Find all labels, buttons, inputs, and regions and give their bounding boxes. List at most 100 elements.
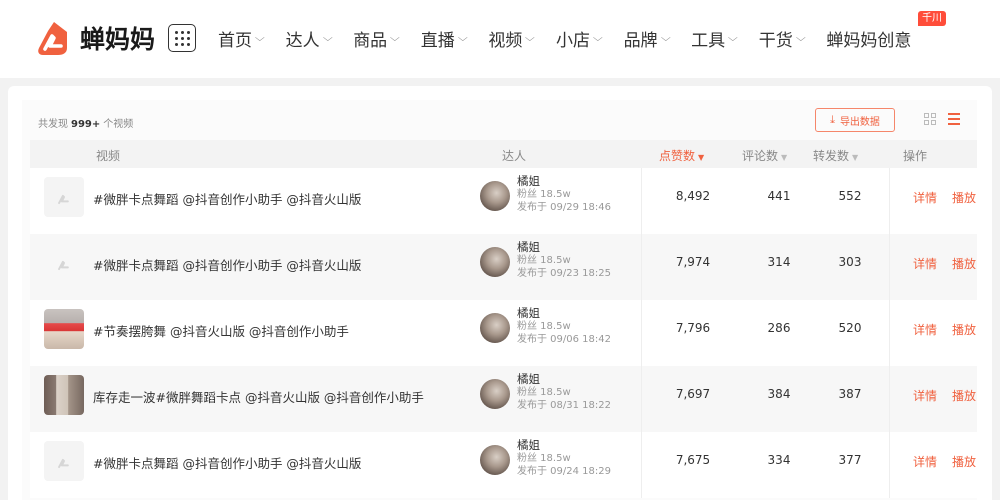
nav-item-products[interactable]: 商品 ⌵	[353, 26, 400, 51]
detail-link[interactable]: 详情	[913, 387, 937, 404]
nav-item-creative[interactable]: 蝉妈妈创意	[826, 26, 911, 51]
chevron-down-icon: ⌵	[457, 32, 468, 44]
likes-value: 7,697	[675, 387, 711, 401]
chevron-down-icon: ⌵	[728, 32, 738, 44]
avatar[interactable]	[480, 313, 510, 343]
avatar[interactable]	[480, 379, 510, 409]
nav-item-live[interactable]: 直播 ⌵	[421, 26, 468, 51]
column-comments[interactable]: 评论数 ▼	[742, 147, 787, 164]
talent-info: 橘姐 粉丝 18.5w 发布于 08/31 18:22	[517, 373, 611, 412]
chevron-down-icon: ⌵	[795, 32, 806, 44]
fans-count: 粉丝 18.5w	[517, 189, 571, 200]
shares-value: 387	[838, 387, 862, 401]
column-divider	[641, 432, 642, 498]
detail-link[interactable]: 详情	[913, 453, 937, 470]
column-divider	[641, 366, 642, 432]
video-list-area: 共发现 999+ 个视频 ⤓ 导出数据 视频 达人 点赞数 ▼ 评论数 ▼ 转发数 ▼ 操…	[22, 100, 977, 500]
avatar[interactable]	[480, 445, 510, 475]
column-divider	[641, 300, 642, 366]
video-thumbnail[interactable]	[44, 309, 84, 349]
nav-item-brand[interactable]: 品牌 ⌵	[624, 26, 671, 51]
summary-suffix: 个视频	[103, 119, 134, 130]
content-panel: 共发现 999+ 个视频 ⤓ 导出数据 视频 达人 点赞数 ▼ 评论数 ▼ 转发数 ▼ 操…	[8, 86, 992, 500]
column-actions: 操作	[903, 149, 928, 163]
avatar[interactable]	[480, 181, 510, 211]
table-row[interactable]: #节奏摆胯舞 @抖音火山版 @抖音创作小助手 橘姐 粉丝 18.5w 发布于 0…	[30, 300, 977, 366]
chevron-down-icon: ⌵	[660, 32, 671, 44]
video-title[interactable]: #微胖卡点舞蹈 @抖音创作小助手 @抖音火山版	[93, 189, 361, 208]
shares-value: 552	[838, 189, 862, 203]
play-link[interactable]: 播放	[952, 189, 976, 206]
column-likes[interactable]: 点赞数 ▼	[659, 147, 704, 164]
table-header: 视频 达人 点赞数 ▼ 评论数 ▼ 转发数 ▼ 操作	[30, 140, 977, 168]
table-row[interactable]: 库存走一波#微胖舞蹈卡点 @抖音火山版 @抖音创作小助手 橘姐 粉丝 18.5w…	[30, 366, 977, 432]
table-row[interactable]: #微胖卡点舞蹈 @抖音创作小助手 @抖音火山版 橘姐 粉丝 18.5w 发布于 …	[30, 432, 977, 498]
table-row[interactable]: #微胖卡点舞蹈 @抖音创作小助手 @抖音火山版 橘姐 粉丝 18.5w 发布于 …	[30, 234, 977, 300]
table-row[interactable]: #微胖卡点舞蹈 @抖音创作小助手 @抖音火山版 橘姐 粉丝 18.5w 发布于 …	[30, 168, 977, 234]
play-link[interactable]: 播放	[952, 321, 976, 338]
cicada-logo-icon	[38, 22, 67, 55]
talent-name[interactable]: 橘姐	[517, 373, 611, 386]
nav-label: 首页	[218, 30, 252, 51]
talent-info: 橘姐 粉丝 18.5w 发布于 09/23 18:25	[517, 241, 611, 280]
placeholder-logo-icon	[58, 458, 69, 469]
list-view-icon[interactable]	[948, 113, 960, 125]
comments-value: 384	[767, 387, 791, 401]
column-divider	[641, 168, 642, 234]
nav-item-talent[interactable]: 达人 ⌵	[285, 26, 333, 51]
nav-item-video[interactable]: 视频 ⌵	[488, 26, 536, 51]
nav-label: 干货	[758, 30, 793, 51]
result-summary: 共发现 999+ 个视频	[38, 115, 133, 130]
video-thumbnail[interactable]	[44, 441, 84, 481]
column-shares[interactable]: 转发数 ▼	[813, 147, 858, 164]
comments-value: 334	[767, 453, 791, 467]
play-link[interactable]: 播放	[952, 453, 976, 470]
play-link[interactable]: 播放	[952, 255, 976, 272]
column-divider	[889, 432, 890, 498]
talent-name[interactable]: 橘姐	[517, 241, 611, 254]
talent-name[interactable]: 橘姐	[517, 439, 611, 452]
shares-value: 377	[838, 453, 862, 467]
talent-info: 橘姐 粉丝 18.5w 发布于 09/29 18:46	[517, 175, 611, 214]
export-label: 导出数据	[839, 116, 880, 128]
detail-link[interactable]: 详情	[913, 189, 937, 206]
top-navigation: 蝉妈妈 首页 ⌵ 达人 ⌵ 商品 ⌵ 直播 ⌵ 视频 ⌵ 小店 ⌵ 品牌 ⌵ 工具 ⌵ 干货 ⌵ …	[0, 0, 1000, 78]
nav-item-tools[interactable]: 工具 ⌵	[691, 26, 738, 51]
nav-label: 达人	[285, 30, 320, 51]
likes-value: 8,492	[675, 189, 711, 203]
play-link[interactable]: 播放	[952, 387, 976, 404]
apps-grid-icon[interactable]	[168, 24, 196, 52]
fans-count: 粉丝 18.5w	[517, 255, 571, 266]
nav-item-home[interactable]: 首页 ⌵	[218, 26, 265, 51]
publish-time: 发布于 09/23 18:25	[517, 268, 611, 279]
video-title[interactable]: #微胖卡点舞蹈 @抖音创作小助手 @抖音火山版	[93, 453, 361, 472]
talent-name[interactable]: 橘姐	[517, 307, 611, 320]
sort-icon: ▼	[852, 153, 859, 162]
fans-count: 粉丝 18.5w	[517, 321, 571, 332]
nav-item-resources[interactable]: 干货 ⌵	[758, 26, 806, 51]
video-thumbnail[interactable]	[44, 243, 84, 283]
export-data-button[interactable]: ⤓ 导出数据	[815, 108, 895, 132]
video-title[interactable]: #节奏摆胯舞 @抖音火山版 @抖音创作小助手	[93, 321, 349, 340]
placeholder-logo-icon	[58, 194, 69, 205]
brand-logo[interactable]: 蝉妈妈	[34, 16, 155, 60]
video-title[interactable]: #微胖卡点舞蹈 @抖音创作小助手 @抖音火山版	[93, 255, 361, 274]
publish-time: 发布于 09/06 18:42	[517, 334, 611, 345]
nav-item-shop[interactable]: 小店 ⌵	[556, 26, 603, 51]
likes-value: 7,974	[675, 255, 711, 269]
shares-value: 520	[838, 321, 862, 335]
video-title[interactable]: 库存走一波#微胖舞蹈卡点 @抖音火山版 @抖音创作小助手	[93, 387, 424, 406]
avatar[interactable]	[480, 247, 510, 277]
video-thumbnail[interactable]	[44, 177, 84, 217]
chevron-down-icon: ⌵	[525, 32, 536, 44]
grid-view-icon[interactable]	[924, 113, 936, 125]
chevron-down-icon: ⌵	[390, 32, 400, 44]
comments-value: 314	[767, 255, 791, 269]
detail-link[interactable]: 详情	[913, 321, 937, 338]
publish-time: 发布于 09/24 18:29	[517, 466, 611, 477]
talent-info: 橘姐 粉丝 18.5w 发布于 09/06 18:42	[517, 307, 611, 346]
shares-value: 303	[838, 255, 862, 269]
video-thumbnail[interactable]	[44, 375, 84, 415]
talent-name[interactable]: 橘姐	[517, 175, 611, 188]
detail-link[interactable]: 详情	[913, 255, 937, 272]
